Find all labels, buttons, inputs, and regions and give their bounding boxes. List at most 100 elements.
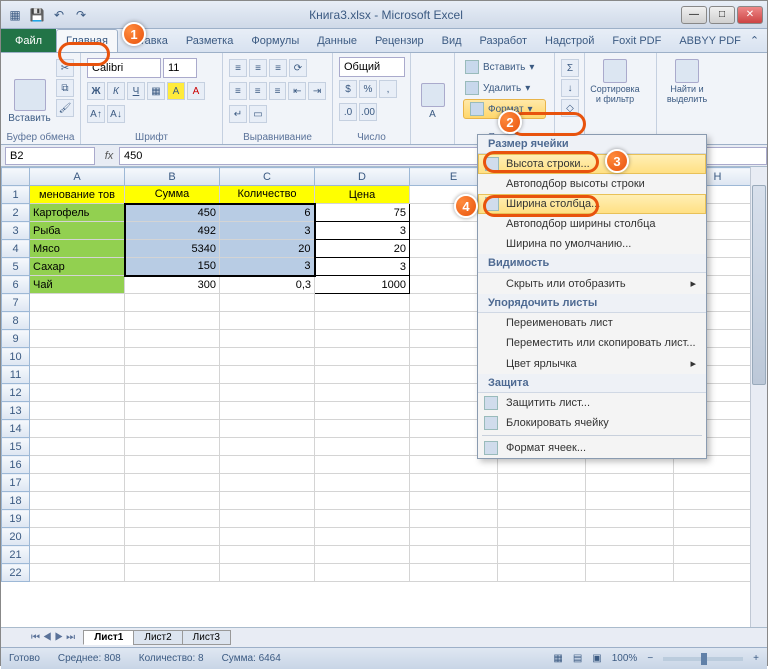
cell[interactable] <box>30 366 125 384</box>
cell[interactable] <box>30 546 125 564</box>
cell[interactable]: 3 <box>315 222 410 240</box>
cell[interactable]: 6 <box>220 204 315 222</box>
cell[interactable] <box>498 528 586 546</box>
row-header[interactable]: 14 <box>2 420 30 438</box>
tab-addins[interactable]: Надстрой <box>536 29 603 52</box>
zoom-in-button[interactable]: + <box>753 653 759 664</box>
cell[interactable] <box>30 402 125 420</box>
cell[interactable] <box>586 474 674 492</box>
cell[interactable] <box>674 492 762 510</box>
cell[interactable] <box>674 528 762 546</box>
view-layout-icon[interactable]: ▤ <box>573 653 582 664</box>
cell[interactable] <box>125 528 220 546</box>
cell[interactable] <box>410 546 498 564</box>
italic-button[interactable]: К <box>107 82 125 100</box>
ribbon-minimize-icon[interactable]: ⌃ <box>750 34 759 47</box>
cell[interactable] <box>125 330 220 348</box>
border-button[interactable]: ▦ <box>147 82 165 100</box>
cell[interactable] <box>125 456 220 474</box>
cell[interactable]: Рыба <box>30 222 125 240</box>
tab-review[interactable]: Рецензир <box>366 29 433 52</box>
find-select-button[interactable]: Найти и выделить <box>663 55 711 105</box>
cell[interactable] <box>30 492 125 510</box>
row-header[interactable]: 6 <box>2 276 30 294</box>
cell[interactable]: 3 <box>220 222 315 240</box>
cell[interactable] <box>30 528 125 546</box>
cell[interactable] <box>315 528 410 546</box>
cell[interactable] <box>315 474 410 492</box>
row-header[interactable]: 3 <box>2 222 30 240</box>
zoom-level[interactable]: 100% <box>612 653 638 664</box>
cell[interactable] <box>125 492 220 510</box>
row-header[interactable]: 4 <box>2 240 30 258</box>
indent-dec-icon[interactable]: ⇤ <box>288 82 306 100</box>
cells-delete-button[interactable]: Удалить ▾ <box>463 78 546 98</box>
number-format-combo[interactable]: Общий <box>339 57 405 77</box>
cell[interactable] <box>30 384 125 402</box>
font-color-button[interactable]: A <box>187 82 205 100</box>
row-header[interactable]: 21 <box>2 546 30 564</box>
row-header[interactable]: 10 <box>2 348 30 366</box>
cell[interactable] <box>315 510 410 528</box>
minimize-button[interactable]: — <box>681 6 707 24</box>
cell[interactable] <box>674 564 762 582</box>
cell[interactable] <box>220 384 315 402</box>
cell[interactable] <box>220 294 315 312</box>
cell[interactable] <box>220 438 315 456</box>
cell[interactable]: 20 <box>220 240 315 258</box>
cell[interactable] <box>220 366 315 384</box>
row-header[interactable]: 8 <box>2 312 30 330</box>
font-size-combo[interactable]: 11 <box>163 58 197 78</box>
cell[interactable] <box>125 438 220 456</box>
menu-tab-color[interactable]: Цвет ярлычка▸ <box>478 353 706 374</box>
zoom-out-button[interactable]: − <box>647 653 653 664</box>
cell[interactable] <box>315 384 410 402</box>
row-header[interactable]: 12 <box>2 384 30 402</box>
cell[interactable] <box>498 564 586 582</box>
align-top-icon[interactable]: ≡ <box>229 59 247 77</box>
menu-row-height[interactable]: Высота строки... <box>478 154 706 174</box>
row-header[interactable]: 2 <box>2 204 30 222</box>
cell[interactable] <box>125 366 220 384</box>
cell[interactable] <box>586 492 674 510</box>
row-header[interactable]: 11 <box>2 366 30 384</box>
cut-icon[interactable]: ✂ <box>56 59 74 77</box>
cell[interactable]: Мясо <box>30 240 125 258</box>
sort-filter-button[interactable]: Сортировка и фильтр <box>591 55 639 105</box>
select-all-corner[interactable] <box>2 168 30 186</box>
maximize-button[interactable]: □ <box>709 6 735 24</box>
cell[interactable] <box>315 330 410 348</box>
cell[interactable]: Цена <box>315 186 410 204</box>
cell[interactable] <box>315 456 410 474</box>
cell[interactable] <box>220 348 315 366</box>
cell[interactable]: 20 <box>315 240 410 258</box>
menu-move-copy[interactable]: Переместить или скопировать лист... <box>478 333 706 353</box>
menu-default-width[interactable]: Ширина по умолчанию... <box>478 234 706 254</box>
cell[interactable] <box>674 546 762 564</box>
fill-color-button[interactable]: A <box>167 82 185 100</box>
inc-decimal-icon[interactable]: .0 <box>339 103 357 121</box>
cell[interactable]: Количество <box>220 186 315 204</box>
cell[interactable] <box>220 330 315 348</box>
cell[interactable] <box>125 384 220 402</box>
tab-abbyy[interactable]: ABBYY PDF <box>670 29 750 52</box>
cell[interactable] <box>410 492 498 510</box>
styles-button[interactable]: A <box>417 55 448 144</box>
cell[interactable] <box>315 294 410 312</box>
menu-lock-cell[interactable]: Блокировать ячейку <box>478 413 706 433</box>
comma-icon[interactable]: , <box>379 80 397 98</box>
row-header[interactable]: 1 <box>2 186 30 204</box>
fill-icon[interactable]: ↓ <box>561 79 579 97</box>
cell[interactable]: 492 <box>125 222 220 240</box>
cell[interactable] <box>498 492 586 510</box>
menu-autofit-row[interactable]: Автоподбор высоты строки <box>478 174 706 194</box>
cell[interactable] <box>30 312 125 330</box>
align-center-icon[interactable]: ≡ <box>249 82 267 100</box>
menu-hide-unhide[interactable]: Скрыть или отобразить▸ <box>478 273 706 294</box>
cell[interactable] <box>220 420 315 438</box>
align-bot-icon[interactable]: ≡ <box>269 59 287 77</box>
row-header[interactable]: 9 <box>2 330 30 348</box>
cell[interactable] <box>220 564 315 582</box>
cell[interactable] <box>220 510 315 528</box>
view-normal-icon[interactable]: ▦ <box>553 653 562 664</box>
